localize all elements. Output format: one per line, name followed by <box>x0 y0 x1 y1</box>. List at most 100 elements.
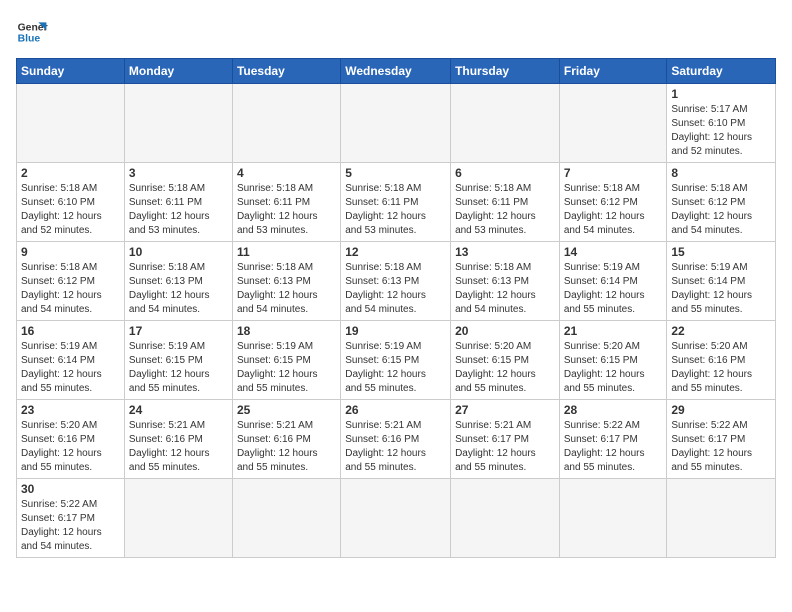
day-info-text: Sunrise: 5:21 AM Sunset: 6:17 PM Dayligh… <box>455 419 555 475</box>
calendar-day-cell <box>341 479 451 558</box>
day-number: 25 <box>237 403 336 417</box>
calendar-day-cell: 1 Sunrise: 5:17 AM Sunset: 6:10 PM Daylig… <box>667 84 776 163</box>
day-number: 17 <box>129 324 228 338</box>
day-info-text: Sunrise: 5:18 AM Sunset: 6:11 PM Dayligh… <box>237 182 336 238</box>
day-info-text: Sunrise: 5:18 AM Sunset: 6:11 PM Dayligh… <box>129 182 228 238</box>
day-info-text: Sunrise: 5:21 AM Sunset: 6:16 PM Dayligh… <box>345 419 446 475</box>
day-number: 18 <box>237 324 336 338</box>
day-number: 20 <box>455 324 555 338</box>
day-number: 6 <box>455 166 555 180</box>
calendar-day-cell: 7Sunrise: 5:18 AM Sunset: 6:12 PM Daylig… <box>559 163 667 242</box>
day-number: 23 <box>21 403 120 417</box>
day-info-text: Sunrise: 5:20 AM Sunset: 6:15 PM Dayligh… <box>455 340 555 396</box>
day-info-text: Sunrise: 5:18 AM Sunset: 6:11 PM Dayligh… <box>455 182 555 238</box>
day-number: 21 <box>564 324 663 338</box>
day-info-text: Sunrise: 5:20 AM Sunset: 6:16 PM Dayligh… <box>21 419 120 475</box>
calendar-day-cell: 28 Sunrise: 5:22 AM Sunset: 6:17 PM Dayli… <box>559 400 667 479</box>
day-number: 15 <box>671 245 771 259</box>
logo: General Blue <box>16 16 52 48</box>
day-info-text: Sunrise: 5:22 AM Sunset: 6:17 PM Dayligh… <box>21 498 120 554</box>
day-info-text: Sunrise: 5:20 AM Sunset: 6:16 PM Dayligh… <box>671 340 771 396</box>
calendar-week-row: 1 Sunrise: 5:17 AM Sunset: 6:10 PM Daylig… <box>17 84 776 163</box>
day-info-text: Sunrise: 5:20 AM Sunset: 6:15 PM Dayligh… <box>564 340 663 396</box>
day-number: 29 <box>671 403 771 417</box>
day-info-text: Sunrise: 5:17 AM Sunset: 6:10 PM Dayligh… <box>671 103 771 159</box>
calendar-day-cell <box>451 84 560 163</box>
day-info-text: Sunrise: 5:18 AM Sunset: 6:13 PM Dayligh… <box>345 261 446 317</box>
day-info-text: Sunrise: 5:21 AM Sunset: 6:16 PM Dayligh… <box>237 419 336 475</box>
day-number: 7 <box>564 166 663 180</box>
day-info-text: Sunrise: 5:19 AM Sunset: 6:15 PM Dayligh… <box>345 340 446 396</box>
calendar-week-row: 30 Sunrise: 5:22 AM Sunset: 6:17 PM Dayli… <box>17 479 776 558</box>
calendar-header-row: SundayMondayTuesdayWednesdayThursdayFrid… <box>17 59 776 84</box>
calendar-day-cell: 14 Sunrise: 5:19 AM Sunset: 6:14 PM Dayli… <box>559 242 667 321</box>
day-number: 27 <box>455 403 555 417</box>
weekday-header-friday: Friday <box>559 59 667 84</box>
calendar-day-cell: 10Sunrise: 5:18 AM Sunset: 6:13 PM Dayli… <box>124 242 232 321</box>
weekday-header-tuesday: Tuesday <box>232 59 340 84</box>
day-number: 30 <box>21 482 120 496</box>
day-number: 22 <box>671 324 771 338</box>
calendar-day-cell <box>232 479 340 558</box>
day-info-text: Sunrise: 5:18 AM Sunset: 6:12 PM Dayligh… <box>21 261 120 317</box>
calendar-day-cell: 16Sunrise: 5:19 AM Sunset: 6:14 PM Dayli… <box>17 321 125 400</box>
generalblue-logo-icon: General Blue <box>16 16 48 48</box>
day-info-text: Sunrise: 5:18 AM Sunset: 6:13 PM Dayligh… <box>237 261 336 317</box>
day-number: 1 <box>671 87 771 101</box>
calendar-day-cell: 4Sunrise: 5:18 AM Sunset: 6:11 PM Daylig… <box>232 163 340 242</box>
day-number: 8 <box>671 166 771 180</box>
calendar-day-cell: 2Sunrise: 5:18 AM Sunset: 6:10 PM Daylig… <box>17 163 125 242</box>
weekday-header-thursday: Thursday <box>451 59 560 84</box>
day-info-text: Sunrise: 5:22 AM Sunset: 6:17 PM Dayligh… <box>564 419 663 475</box>
day-number: 9 <box>21 245 120 259</box>
day-info-text: Sunrise: 5:22 AM Sunset: 6:17 PM Dayligh… <box>671 419 771 475</box>
page: General Blue SundayMondayTuesdayWednesda… <box>0 0 792 574</box>
calendar-day-cell <box>17 84 125 163</box>
calendar-day-cell <box>451 479 560 558</box>
calendar-day-cell <box>559 479 667 558</box>
day-number: 12 <box>345 245 446 259</box>
day-number: 14 <box>564 245 663 259</box>
calendar-day-cell: 8 Sunrise: 5:18 AM Sunset: 6:12 PM Daylig… <box>667 163 776 242</box>
calendar-day-cell: 6 Sunrise: 5:18 AM Sunset: 6:11 PM Daylig… <box>451 163 560 242</box>
day-number: 13 <box>455 245 555 259</box>
day-info-text: Sunrise: 5:18 AM Sunset: 6:10 PM Dayligh… <box>21 182 120 238</box>
calendar-day-cell: 24Sunrise: 5:21 AM Sunset: 6:16 PM Dayli… <box>124 400 232 479</box>
day-number: 26 <box>345 403 446 417</box>
calendar-day-cell <box>559 84 667 163</box>
calendar-week-row: 23 Sunrise: 5:20 AM Sunset: 6:16 PM Dayli… <box>17 400 776 479</box>
calendar-day-cell: 30 Sunrise: 5:22 AM Sunset: 6:17 PM Dayli… <box>17 479 125 558</box>
calendar-day-cell: 17 Sunrise: 5:19 AM Sunset: 6:15 PM Dayli… <box>124 321 232 400</box>
day-info-text: Sunrise: 5:18 AM Sunset: 6:12 PM Dayligh… <box>671 182 771 238</box>
day-number: 16 <box>21 324 120 338</box>
calendar-week-row: 2Sunrise: 5:18 AM Sunset: 6:10 PM Daylig… <box>17 163 776 242</box>
day-number: 19 <box>345 324 446 338</box>
calendar-day-cell: 20 Sunrise: 5:20 AM Sunset: 6:15 PM Dayli… <box>451 321 560 400</box>
calendar-day-cell: 13 Sunrise: 5:18 AM Sunset: 6:13 PM Dayli… <box>451 242 560 321</box>
day-number: 11 <box>237 245 336 259</box>
calendar-day-cell <box>232 84 340 163</box>
day-info-text: Sunrise: 5:19 AM Sunset: 6:14 PM Dayligh… <box>671 261 771 317</box>
calendar-day-cell <box>341 84 451 163</box>
day-info-text: Sunrise: 5:19 AM Sunset: 6:14 PM Dayligh… <box>564 261 663 317</box>
day-info-text: Sunrise: 5:18 AM Sunset: 6:11 PM Dayligh… <box>345 182 446 238</box>
calendar-day-cell: 26 Sunrise: 5:21 AM Sunset: 6:16 PM Dayli… <box>341 400 451 479</box>
weekday-header-wednesday: Wednesday <box>341 59 451 84</box>
calendar-day-cell: 11 Sunrise: 5:18 AM Sunset: 6:13 PM Dayli… <box>232 242 340 321</box>
calendar-day-cell: 22 Sunrise: 5:20 AM Sunset: 6:16 PM Dayli… <box>667 321 776 400</box>
day-info-text: Sunrise: 5:18 AM Sunset: 6:13 PM Dayligh… <box>129 261 228 317</box>
day-number: 28 <box>564 403 663 417</box>
calendar-day-cell: 27 Sunrise: 5:21 AM Sunset: 6:17 PM Dayli… <box>451 400 560 479</box>
calendar-day-cell <box>667 479 776 558</box>
weekday-header-monday: Monday <box>124 59 232 84</box>
day-number: 5 <box>345 166 446 180</box>
svg-text:Blue: Blue <box>18 34 41 45</box>
calendar-day-cell: 29 Sunrise: 5:22 AM Sunset: 6:17 PM Dayli… <box>667 400 776 479</box>
day-info-text: Sunrise: 5:18 AM Sunset: 6:13 PM Dayligh… <box>455 261 555 317</box>
calendar-week-row: 16Sunrise: 5:19 AM Sunset: 6:14 PM Dayli… <box>17 321 776 400</box>
calendar-day-cell: 12 Sunrise: 5:18 AM Sunset: 6:13 PM Dayli… <box>341 242 451 321</box>
calendar-day-cell: 5 Sunrise: 5:18 AM Sunset: 6:11 PM Daylig… <box>341 163 451 242</box>
day-info-text: Sunrise: 5:19 AM Sunset: 6:15 PM Dayligh… <box>129 340 228 396</box>
calendar-day-cell: 19 Sunrise: 5:19 AM Sunset: 6:15 PM Dayli… <box>341 321 451 400</box>
weekday-header-sunday: Sunday <box>17 59 125 84</box>
